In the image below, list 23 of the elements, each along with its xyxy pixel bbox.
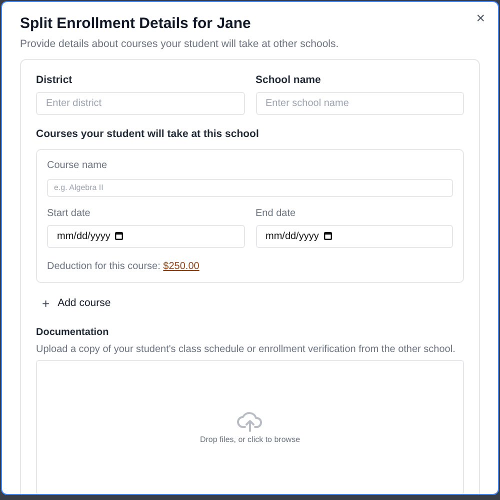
cloud-upload-icon <box>237 410 263 432</box>
dialog-subtitle: Provide details about courses your student will take at other schools. <box>20 38 340 50</box>
input-field[interactable]: Enter school name <box>256 92 464 115</box>
date-field[interactable]: mm/dd/yyyy <box>47 224 244 248</box>
section-description: Upload a copy of your student's class schedule or enrollment verification from the other school. <box>36 344 456 354</box>
field-label: District <box>36 74 74 86</box>
calendar-icon <box>115 232 124 240</box>
close-button[interactable]: × <box>473 10 488 27</box>
input-field[interactable]: Enter district <box>36 92 244 115</box>
deduction-text: Deduction for this course: $250.00 <box>47 260 200 272</box>
field-label: End date <box>256 208 297 218</box>
section-heading: Courses your student will take at this school <box>36 128 260 140</box>
calendar-icon <box>324 232 332 240</box>
deduction-amount-link[interactable]: $250.00 <box>163 260 200 272</box>
date-field[interactable]: mm/dd/yyyy <box>256 224 453 248</box>
course-name-field[interactable]: e.g. Algebra II <box>47 178 453 196</box>
field-label: School name <box>256 74 322 86</box>
dialog-title: Split Enrollment Details for Jane <box>20 15 252 33</box>
field-label: Start date <box>47 208 92 218</box>
add-course-button[interactable]: + Add course <box>36 296 117 310</box>
section-heading: Documentation <box>36 326 110 338</box>
file-dropzone[interactable]: Drop files, or click to browse <box>36 360 464 494</box>
field-label: Course name <box>47 160 108 171</box>
